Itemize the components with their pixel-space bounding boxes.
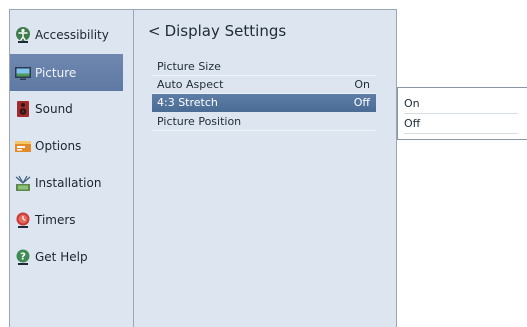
antenna-icon [15,175,31,191]
sidebar-item-timers[interactable]: Timers [10,202,123,238]
sidebar-item-picture[interactable]: Picture [10,54,123,91]
option-label: Off [404,117,421,130]
sidebar-item-label: Options [35,139,82,153]
row-label: Picture Position [157,115,242,128]
row-value: Off [353,96,370,109]
page-header: < Display Settings [148,22,286,40]
sidebar-item-label: Picture [35,65,77,80]
sidebar-item-label: Timers [35,213,76,227]
sidebar-item-get-help[interactable]: ? Get Help [10,239,123,275]
sidebar-item-installation[interactable]: Installation [10,165,123,201]
picture-icon [15,66,31,80]
options-icon [15,141,31,152]
row-value: On [354,78,370,91]
menu-row-auto-aspect[interactable]: Auto Aspect On [152,76,376,94]
option-popup: On Off [397,87,527,140]
menu-row-picture-position[interactable]: Picture Position [152,113,376,131]
sidebar-item-label: Get Help [35,250,88,264]
sidebar-item-options[interactable]: Options [10,128,123,164]
back-button[interactable]: < [148,22,161,40]
popup-option-off[interactable]: Off [404,114,518,134]
svg-text:?: ? [20,252,26,263]
sidebar-item-label: Sound [35,102,73,116]
timer-icon [16,212,30,228]
accessibility-icon [16,27,30,43]
sidebar-item-sound[interactable]: Sound [10,91,123,127]
row-label: 4:3 Stretch [157,96,218,109]
popup-option-on[interactable]: On [404,94,518,114]
option-label: On [404,97,420,110]
page-title: Display Settings [164,22,287,40]
menu-row-picture-size[interactable]: Picture Size [152,58,376,76]
menu-row-stretch[interactable]: 4:3 Stretch Off [152,94,376,112]
speaker-icon [17,101,29,117]
sidebar-item-accessibility[interactable]: Accessibility [10,17,123,53]
sidebar-item-label: Installation [35,176,102,190]
row-label: Picture Size [157,60,221,73]
row-label: Auto Aspect [157,78,224,91]
help-icon: ? [16,249,30,265]
sidebar-item-label: Accessibility [35,28,109,42]
